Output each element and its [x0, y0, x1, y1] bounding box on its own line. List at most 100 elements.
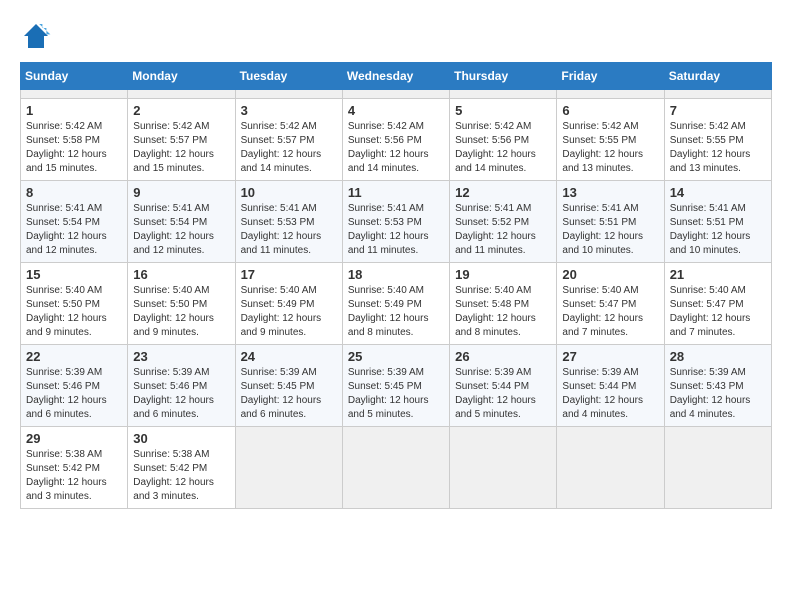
- day-number: 18: [348, 267, 444, 282]
- day-number: 13: [562, 185, 658, 200]
- day-number: 20: [562, 267, 658, 282]
- day-info: Sunrise: 5:40 AMSunset: 5:49 PMDaylight:…: [241, 284, 337, 340]
- calendar-cell: 15 Sunrise: 5:40 AMSunset: 5:50 PMDayligh…: [21, 263, 128, 345]
- day-info: Sunrise: 5:39 AMSunset: 5:43 PMDaylight:…: [670, 366, 766, 422]
- calendar-cell: 10Sunrise: 5:41 AMSunset: 5:53 PMDayligh…: [235, 181, 342, 263]
- calendar-cell: 7Sunrise: 5:42 AMSunset: 5:55 PMDaylight…: [664, 99, 771, 181]
- weekday-header: Sunday: [21, 63, 128, 90]
- day-number: 25: [348, 349, 444, 364]
- calendar-cell: 14Sunrise: 5:41 AMSunset: 5:51 PMDayligh…: [664, 181, 771, 263]
- day-info: Sunrise: 5:42 AMSunset: 5:58 PMDaylight:…: [26, 120, 122, 176]
- day-info: Sunrise: 5:39 AMSunset: 5:45 PMDaylight:…: [348, 366, 444, 422]
- calendar-week-row: 22 Sunrise: 5:39 AMSunset: 5:46 PMDayligh…: [21, 345, 772, 427]
- calendar-cell: 17 Sunrise: 5:40 AMSunset: 5:49 PMDayligh…: [235, 263, 342, 345]
- calendar-week-row: 1 Sunrise: 5:42 AMSunset: 5:58 PMDaylight…: [21, 99, 772, 181]
- day-number: 22: [26, 349, 122, 364]
- day-number: 23: [133, 349, 229, 364]
- day-info: Sunrise: 5:40 AMSunset: 5:50 PMDaylight:…: [26, 284, 122, 340]
- calendar-cell: 9Sunrise: 5:41 AMSunset: 5:54 PMDaylight…: [128, 181, 235, 263]
- day-info: Sunrise: 5:39 AMSunset: 5:44 PMDaylight:…: [562, 366, 658, 422]
- day-info: Sunrise: 5:42 AMSunset: 5:56 PMDaylight:…: [455, 120, 551, 176]
- day-number: 11: [348, 185, 444, 200]
- calendar-cell: [450, 427, 557, 509]
- day-info: Sunrise: 5:41 AMSunset: 5:52 PMDaylight:…: [455, 202, 551, 258]
- calendar-week-row: 15 Sunrise: 5:40 AMSunset: 5:50 PMDayligh…: [21, 263, 772, 345]
- calendar-cell: 24 Sunrise: 5:39 AMSunset: 5:45 PMDayligh…: [235, 345, 342, 427]
- day-number: 14: [670, 185, 766, 200]
- calendar-week-row: 29 Sunrise: 5:38 AMSunset: 5:42 PMDayligh…: [21, 427, 772, 509]
- day-info: Sunrise: 5:38 AMSunset: 5:42 PMDaylight:…: [26, 448, 122, 504]
- day-number: 30: [133, 431, 229, 446]
- day-info: Sunrise: 5:39 AMSunset: 5:45 PMDaylight:…: [241, 366, 337, 422]
- calendar-cell: 23 Sunrise: 5:39 AMSunset: 5:46 PMDayligh…: [128, 345, 235, 427]
- calendar-cell: 3Sunrise: 5:42 AMSunset: 5:57 PMDaylight…: [235, 99, 342, 181]
- weekday-header-row: SundayMondayTuesdayWednesdayThursdayFrid…: [21, 63, 772, 90]
- calendar-cell: 29 Sunrise: 5:38 AMSunset: 5:42 PMDayligh…: [21, 427, 128, 509]
- weekday-header: Friday: [557, 63, 664, 90]
- day-number: 24: [241, 349, 337, 364]
- logo-icon: [20, 20, 52, 52]
- calendar-cell: [557, 427, 664, 509]
- day-number: 5: [455, 103, 551, 118]
- calendar-cell: 25 Sunrise: 5:39 AMSunset: 5:45 PMDayligh…: [342, 345, 449, 427]
- day-number: 1: [26, 103, 122, 118]
- day-number: 27: [562, 349, 658, 364]
- day-number: 4: [348, 103, 444, 118]
- day-info: Sunrise: 5:39 AMSunset: 5:44 PMDaylight:…: [455, 366, 551, 422]
- day-info: Sunrise: 5:40 AMSunset: 5:47 PMDaylight:…: [670, 284, 766, 340]
- calendar-cell: 12 Sunrise: 5:41 AMSunset: 5:52 PMDayligh…: [450, 181, 557, 263]
- day-number: 28: [670, 349, 766, 364]
- calendar-cell: 22 Sunrise: 5:39 AMSunset: 5:46 PMDayligh…: [21, 345, 128, 427]
- day-number: 21: [670, 267, 766, 282]
- day-info: Sunrise: 5:40 AMSunset: 5:48 PMDaylight:…: [455, 284, 551, 340]
- weekday-header: Wednesday: [342, 63, 449, 90]
- day-info: Sunrise: 5:38 AMSunset: 5:42 PMDaylight:…: [133, 448, 229, 504]
- day-info: Sunrise: 5:41 AMSunset: 5:54 PMDaylight:…: [26, 202, 122, 258]
- logo: [20, 20, 56, 52]
- calendar-cell: 13 Sunrise: 5:41 AMSunset: 5:51 PMDayligh…: [557, 181, 664, 263]
- calendar-week-row: 8Sunrise: 5:41 AMSunset: 5:54 PMDaylight…: [21, 181, 772, 263]
- calendar-cell: 28 Sunrise: 5:39 AMSunset: 5:43 PMDayligh…: [664, 345, 771, 427]
- calendar-cell: [664, 90, 771, 99]
- day-info: Sunrise: 5:39 AMSunset: 5:46 PMDaylight:…: [133, 366, 229, 422]
- day-number: 3: [241, 103, 337, 118]
- calendar-cell: 5 Sunrise: 5:42 AMSunset: 5:56 PMDaylight…: [450, 99, 557, 181]
- calendar-cell: 16Sunrise: 5:40 AMSunset: 5:50 PMDayligh…: [128, 263, 235, 345]
- calendar-cell: [128, 90, 235, 99]
- day-number: 6: [562, 103, 658, 118]
- calendar-cell: 21 Sunrise: 5:40 AMSunset: 5:47 PMDayligh…: [664, 263, 771, 345]
- day-info: Sunrise: 5:42 AMSunset: 5:57 PMDaylight:…: [133, 120, 229, 176]
- day-number: 12: [455, 185, 551, 200]
- day-info: Sunrise: 5:41 AMSunset: 5:53 PMDaylight:…: [241, 202, 337, 258]
- weekday-header: Saturday: [664, 63, 771, 90]
- weekday-header: Thursday: [450, 63, 557, 90]
- calendar-cell: [664, 427, 771, 509]
- day-info: Sunrise: 5:41 AMSunset: 5:51 PMDaylight:…: [562, 202, 658, 258]
- calendar-cell: 11Sunrise: 5:41 AMSunset: 5:53 PMDayligh…: [342, 181, 449, 263]
- calendar-cell: [342, 427, 449, 509]
- day-info: Sunrise: 5:42 AMSunset: 5:55 PMDaylight:…: [670, 120, 766, 176]
- weekday-header: Tuesday: [235, 63, 342, 90]
- calendar-cell: [450, 90, 557, 99]
- day-number: 16: [133, 267, 229, 282]
- day-info: Sunrise: 5:39 AMSunset: 5:46 PMDaylight:…: [26, 366, 122, 422]
- calendar-table: SundayMondayTuesdayWednesdayThursdayFrid…: [20, 62, 772, 509]
- calendar-cell: 19Sunrise: 5:40 AMSunset: 5:48 PMDayligh…: [450, 263, 557, 345]
- day-info: Sunrise: 5:40 AMSunset: 5:47 PMDaylight:…: [562, 284, 658, 340]
- calendar-cell: [557, 90, 664, 99]
- calendar-cell: 18 Sunrise: 5:40 AMSunset: 5:49 PMDayligh…: [342, 263, 449, 345]
- day-number: 9: [133, 185, 229, 200]
- calendar-cell: 2 Sunrise: 5:42 AMSunset: 5:57 PMDaylight…: [128, 99, 235, 181]
- day-info: Sunrise: 5:40 AMSunset: 5:49 PMDaylight:…: [348, 284, 444, 340]
- day-number: 29: [26, 431, 122, 446]
- page-header: [20, 20, 772, 52]
- day-number: 17: [241, 267, 337, 282]
- day-number: 2: [133, 103, 229, 118]
- calendar-cell: 26Sunrise: 5:39 AMSunset: 5:44 PMDayligh…: [450, 345, 557, 427]
- calendar-week-row: [21, 90, 772, 99]
- day-number: 15: [26, 267, 122, 282]
- calendar-cell: 30 Sunrise: 5:38 AMSunset: 5:42 PMDayligh…: [128, 427, 235, 509]
- calendar-cell: 4Sunrise: 5:42 AMSunset: 5:56 PMDaylight…: [342, 99, 449, 181]
- calendar-cell: 1 Sunrise: 5:42 AMSunset: 5:58 PMDaylight…: [21, 99, 128, 181]
- calendar-cell: 8Sunrise: 5:41 AMSunset: 5:54 PMDaylight…: [21, 181, 128, 263]
